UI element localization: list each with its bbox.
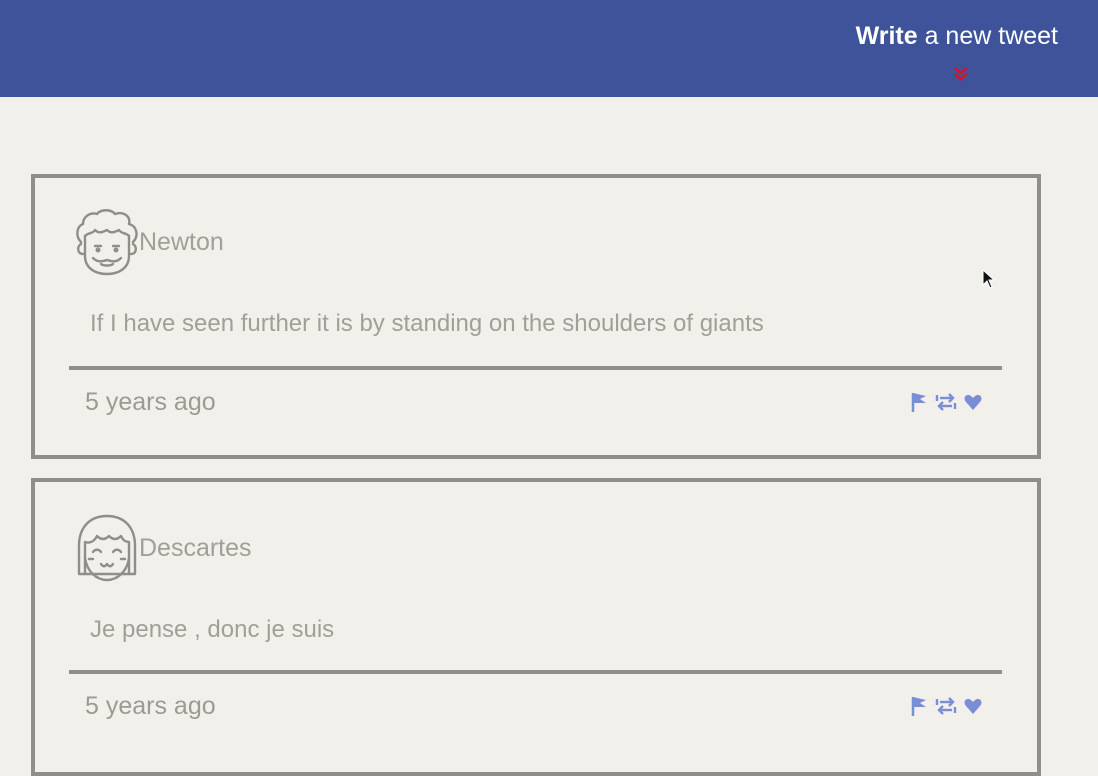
tweet-card: Descartes Je pense , donc je suis 5 year… [31,478,1041,776]
tweet-actions [909,391,983,413]
heart-icon[interactable] [963,695,983,717]
bob-hair-face-icon [71,512,143,584]
tweet-timestamp: 5 years ago [85,692,216,720]
flag-icon[interactable] [909,695,929,717]
tweet-username[interactable]: Descartes [139,534,252,563]
retweet-icon[interactable] [935,391,957,413]
write-label-rest: a new tweet [917,22,1058,50]
tweet-text: Je pense , donc je suis [90,616,335,643]
tweet-card: Newton If I have seen further it is by s… [31,174,1041,459]
heart-icon[interactable] [963,391,983,413]
write-label-strong: Write [855,22,918,50]
flag-icon[interactable] [909,391,929,413]
tweet-text: If I have seen further it is by standing… [90,310,764,337]
double-chevron-down-icon[interactable] [953,66,969,84]
tweet-divider [69,366,1002,370]
retweet-icon[interactable] [935,695,957,717]
curly-hair-face-icon [71,206,143,278]
tweet-divider [69,670,1002,674]
tweet-username[interactable]: Newton [139,228,224,257]
top-header: Write a new tweet [0,0,1098,97]
mouse-cursor-icon [982,268,996,291]
write-tweet-button[interactable]: Write a new tweet [856,22,1058,51]
tweet-timestamp: 5 years ago [85,388,216,416]
tweet-actions [909,695,983,717]
